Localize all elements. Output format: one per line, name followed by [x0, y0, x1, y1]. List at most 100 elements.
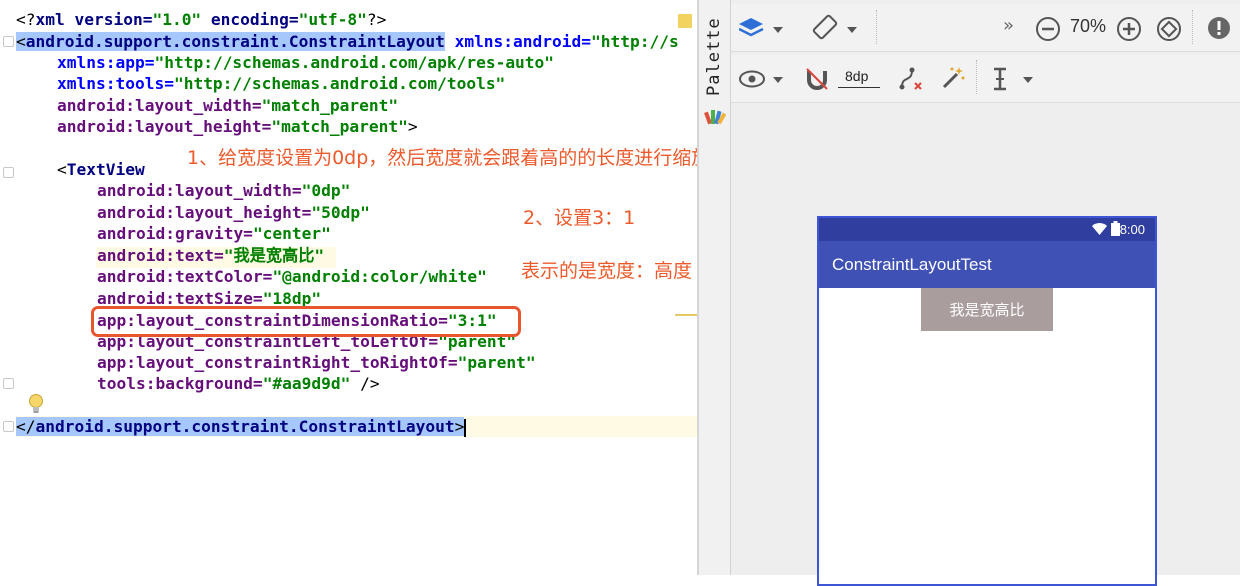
- wifi-icon: [1092, 223, 1107, 235]
- zoom-out-icon[interactable]: [1035, 16, 1061, 42]
- code-token: >: [407, 117, 418, 136]
- code-line[interactable]: android:layout_width="0dp": [97, 180, 350, 201]
- code-line[interactable]: <android.support.constraint.ConstraintLa…: [16, 31, 679, 52]
- xml-editor[interactable]: <?xml version="1.0" encoding="utf-8"?> <…: [0, 0, 697, 575]
- code-line[interactable]: android:layout_height="match_parent">: [57, 116, 418, 137]
- zoom-in-icon[interactable]: [1116, 16, 1142, 42]
- app-bar: ConstraintLayoutTest: [819, 241, 1155, 288]
- preview-textview[interactable]: 我是宽高比: [921, 288, 1053, 331]
- align-guidelines-icon[interactable]: [992, 66, 1008, 92]
- code-line[interactable]: app:layout_constraintRight_toRightOf="pa…: [97, 352, 536, 373]
- code-token: "http://schemas.android.com/tools": [173, 74, 506, 93]
- code-token: <: [16, 32, 26, 51]
- code-token: android.support.constraint.ConstraintLay…: [35, 417, 455, 436]
- annotation-note-3: 表示的是宽度：高度: [521, 260, 693, 282]
- app-title: ConstraintLayoutTest: [832, 255, 992, 274]
- code-token: xml version=: [35, 10, 153, 29]
- code-token: android:layout_height=: [97, 203, 312, 222]
- code-line[interactable]: android:layout_height="50dp": [97, 202, 370, 223]
- toolbar-separator: [731, 102, 1240, 103]
- clear-constraints-icon[interactable]: [897, 65, 925, 93]
- code-line[interactable]: <?xml version="1.0" encoding="utf-8"?>: [16, 9, 386, 30]
- status-time: 8:00: [1119, 222, 1145, 237]
- text-caret: [464, 418, 467, 437]
- code-token: app:layout_constraintRight_toRightOf=: [97, 353, 458, 372]
- chevron-down-icon[interactable]: [846, 26, 858, 34]
- code-token: android:textColor=: [97, 267, 273, 286]
- chevron-down-icon[interactable]: [1022, 76, 1034, 84]
- code-token: android:text=: [97, 246, 224, 265]
- code-line[interactable]: android:layout_width="match_parent": [57, 95, 398, 116]
- editor-gutter: [0, 0, 16, 575]
- code-token: TextView: [66, 160, 145, 179]
- code-token: "50dp": [311, 203, 370, 222]
- autoconnect-magnet-icon[interactable]: [804, 66, 830, 92]
- code-token: xmlns:android=: [444, 32, 592, 51]
- palette-icon[interactable]: [704, 104, 726, 126]
- code-token: android:layout_width=: [57, 96, 262, 115]
- annotation-note-2: 2、设置3：1: [523, 207, 636, 229]
- infer-constraints-wand-icon[interactable]: [940, 65, 966, 91]
- code-token: android.support.constraint.ConstraintLay…: [25, 32, 445, 51]
- code-token: "我是宽高比": [223, 246, 325, 265]
- code-token: "1.0": [152, 10, 202, 29]
- code-token: encoding=: [201, 10, 299, 29]
- toolbar-separator: [731, 51, 1240, 52]
- selection: </android.support.constraint.ConstraintL…: [16, 417, 465, 436]
- toolbar-divider: [1192, 10, 1194, 44]
- selection: <android.support.constraint.ConstraintLa…: [16, 32, 445, 51]
- toolbar-divider: [876, 10, 878, 44]
- eye-icon[interactable]: [739, 70, 765, 88]
- palette-tab[interactable]: Palette: [704, 17, 724, 96]
- battery-icon: [1111, 221, 1120, 236]
- zoom-level: 70%: [1070, 16, 1107, 36]
- highlight-box: [91, 306, 521, 337]
- code-token: "center": [252, 224, 331, 243]
- code-token: "#aa9d9d": [262, 374, 351, 393]
- code-token: android:layout_width=: [97, 181, 302, 200]
- code-token: "http://s: [591, 32, 679, 51]
- chevron-down-icon[interactable]: [772, 76, 784, 84]
- layers-icon[interactable]: [739, 16, 767, 42]
- code-token: tools:background=: [97, 374, 263, 393]
- warning-marker[interactable]: [678, 14, 692, 28]
- code-token: "match_parent": [271, 117, 408, 136]
- code-token: <?: [16, 10, 36, 29]
- rotate-orientation-icon[interactable]: [812, 14, 838, 40]
- toolbar-divider: [976, 60, 978, 94]
- fold-marker[interactable]: [3, 378, 14, 389]
- code-line[interactable]: </android.support.constraint.ConstraintL…: [16, 416, 467, 437]
- code-line[interactable]: android:textColor="@android:color/white": [97, 266, 487, 287]
- fold-marker[interactable]: [3, 36, 14, 47]
- code-line[interactable]: xmlns:tools="http://schemas.android.com/…: [57, 73, 505, 94]
- fold-marker[interactable]: [3, 167, 14, 178]
- default-margin-value[interactable]: 8dp: [845, 68, 868, 84]
- code-token: <: [57, 160, 67, 179]
- margin-underline: [838, 87, 880, 88]
- code-token: >: [454, 417, 465, 436]
- code-token: "http://schemas.android.com/apk/res-auto…: [154, 53, 555, 72]
- code-token: android:layout_height=: [57, 117, 272, 136]
- chevron-down-icon[interactable]: [772, 26, 784, 34]
- code-token: "utf-8": [298, 10, 367, 29]
- overflow-button[interactable]: »: [1003, 15, 1014, 36]
- annotation-note-1: 1、给宽度设置为0dp，然后宽度就会跟着高的的长度进行缩放: [187, 147, 697, 169]
- code-line[interactable]: <TextView: [57, 159, 145, 180]
- device-preview[interactable]: 8:00 ConstraintLayoutTest 我是宽高比: [817, 216, 1157, 586]
- code-line[interactable]: xmlns:app="http://schemas.android.com/ap…: [57, 52, 554, 73]
- code-line[interactable]: android:gravity="center": [97, 223, 331, 244]
- fold-marker[interactable]: [3, 421, 14, 432]
- code-line[interactable]: tools:background="#aa9d9d" />: [97, 373, 380, 394]
- code-token: xmlns:app=: [57, 53, 155, 72]
- code-token: "match_parent": [261, 96, 399, 115]
- warning-icon[interactable]: [1207, 16, 1231, 40]
- code-token: "parent": [457, 353, 536, 372]
- code-token: "0dp": [301, 181, 351, 200]
- code-token: </: [16, 417, 36, 436]
- status-bar: 8:00: [819, 218, 1155, 241]
- code-line[interactable]: android:text="我是宽高比": [97, 245, 324, 266]
- code-token: "@android:color/white": [272, 267, 487, 286]
- zoom-to-fit-icon[interactable]: [1156, 16, 1182, 42]
- code-token: android:gravity=: [97, 224, 253, 243]
- lightbulb-icon[interactable]: [28, 393, 44, 415]
